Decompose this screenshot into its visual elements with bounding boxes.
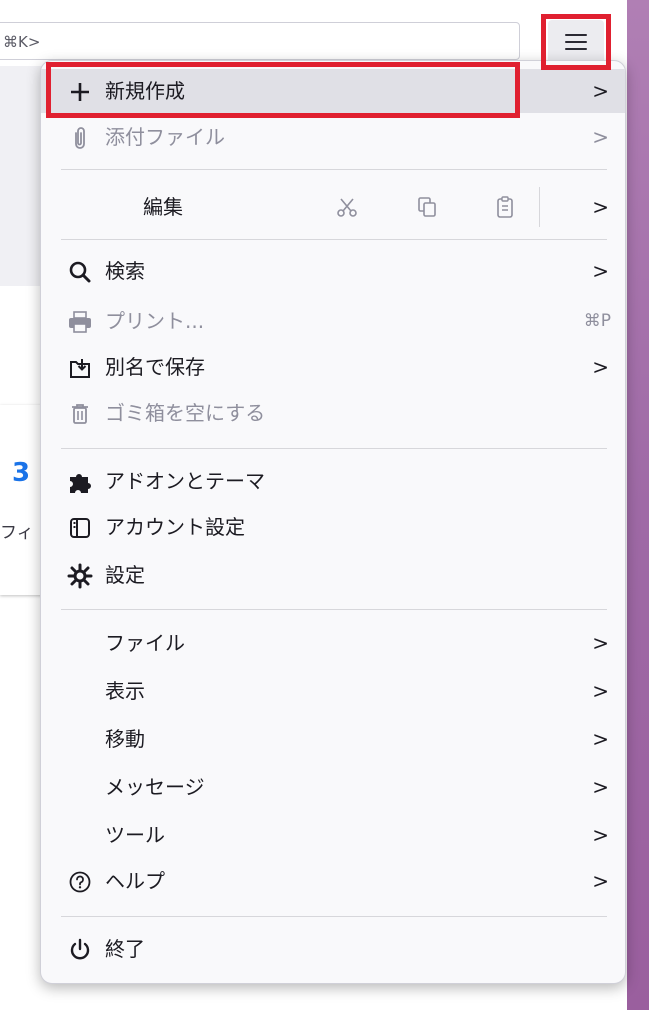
shortcut-label: ⌘P bbox=[583, 311, 611, 331]
menu-item-save-as[interactable]: 別名で保存 > bbox=[41, 345, 625, 389]
menu-item-new[interactable]: 新規作成 > bbox=[41, 69, 625, 113]
menu-item-quit[interactable]: 終了 bbox=[41, 927, 625, 971]
trash-icon bbox=[63, 391, 97, 435]
printer-icon bbox=[63, 299, 97, 343]
menu-item-addons[interactable]: アドオンとテーマ bbox=[41, 459, 625, 503]
menu-item-label: ゴミ箱を空にする bbox=[105, 401, 266, 425]
paste-icon[interactable] bbox=[487, 179, 523, 235]
background-partial-label: フィ bbox=[0, 523, 34, 543]
background-card bbox=[0, 405, 45, 595]
chevron-right-icon[interactable]: > bbox=[592, 179, 609, 235]
edit-label: 編集 bbox=[143, 195, 183, 219]
chevron-right-icon: > bbox=[592, 355, 609, 379]
menu-edit-row: 編集 > bbox=[41, 179, 625, 235]
menu-item-file[interactable]: ファイル > bbox=[41, 621, 625, 665]
power-icon bbox=[63, 927, 97, 971]
search-input[interactable]: ⌘K> bbox=[0, 22, 520, 60]
menu-item-find[interactable]: 検索 > bbox=[41, 249, 625, 293]
background-glyph: 3 bbox=[12, 458, 31, 488]
puzzle-icon bbox=[63, 459, 97, 503]
account-icon bbox=[63, 505, 97, 549]
menu-item-label: 終了 bbox=[105, 937, 145, 961]
chevron-right-icon: > bbox=[592, 775, 609, 799]
menu-item-settings[interactable]: 設定 bbox=[41, 553, 625, 597]
menu-item-help[interactable]: ヘルプ > bbox=[41, 859, 625, 903]
chevron-right-icon: > bbox=[592, 679, 609, 703]
app-menu: 新規作成 > 添付ファイル > 編集 > 検索 > プリント... ⌘P 別名で… bbox=[40, 60, 626, 984]
menu-separator bbox=[61, 239, 607, 240]
menu-item-label: アカウント設定 bbox=[105, 515, 245, 539]
menu-item-go[interactable]: 移動 > bbox=[41, 717, 625, 761]
search-icon bbox=[63, 249, 97, 293]
menu-separator bbox=[61, 448, 607, 449]
menu-separator bbox=[61, 169, 607, 170]
chevron-right-icon: > bbox=[592, 727, 609, 751]
paperclip-icon bbox=[63, 115, 97, 159]
menu-item-label: プリント... bbox=[105, 309, 205, 333]
menu-item-message[interactable]: メッセージ > bbox=[41, 765, 625, 809]
chevron-right-icon: > bbox=[592, 79, 609, 103]
menu-item-label: 設定 bbox=[105, 563, 145, 587]
chevron-right-icon: > bbox=[592, 631, 609, 655]
menu-item-print[interactable]: プリント... ⌘P bbox=[41, 299, 625, 343]
menu-item-label: 別名で保存 bbox=[105, 355, 205, 379]
menu-item-tools[interactable]: ツール > bbox=[41, 813, 625, 857]
menu-item-label: ファイル bbox=[105, 631, 185, 655]
app-menu-button[interactable] bbox=[548, 20, 604, 64]
chevron-right-icon: > bbox=[592, 125, 609, 149]
menu-item-label: ヘルプ bbox=[105, 869, 165, 893]
menu-item-label: 移動 bbox=[105, 727, 145, 751]
edit-row-divider bbox=[539, 187, 540, 227]
gear-icon bbox=[63, 553, 97, 597]
menu-item-label: アドオンとテーマ bbox=[105, 469, 265, 493]
menu-item-empty-trash[interactable]: ゴミ箱を空にする bbox=[41, 391, 625, 435]
save-folder-icon bbox=[63, 345, 97, 389]
menu-separator bbox=[61, 609, 607, 610]
menu-item-account-settings[interactable]: アカウント設定 bbox=[41, 505, 625, 549]
hamburger-icon bbox=[565, 34, 587, 50]
menu-item-label: 添付ファイル bbox=[105, 125, 225, 149]
menu-item-label: 検索 bbox=[105, 259, 145, 283]
menu-item-label: 新規作成 bbox=[105, 79, 185, 103]
menu-item-label: メッセージ bbox=[105, 775, 205, 799]
chevron-right-icon: > bbox=[592, 869, 609, 893]
menu-item-label: 表示 bbox=[105, 679, 145, 703]
plus-icon bbox=[63, 69, 97, 113]
scissors-icon[interactable] bbox=[329, 179, 365, 235]
menu-item-label: ツール bbox=[105, 823, 165, 847]
search-shortcut-hint: ⌘K> bbox=[3, 33, 41, 51]
chevron-right-icon: > bbox=[592, 823, 609, 847]
menu-item-attachments[interactable]: 添付ファイル > bbox=[41, 115, 625, 159]
menu-item-view[interactable]: 表示 > bbox=[41, 669, 625, 713]
menu-separator bbox=[61, 916, 607, 917]
window-edge-strip bbox=[627, 0, 649, 1010]
copy-icon[interactable] bbox=[409, 179, 445, 235]
chevron-right-icon: > bbox=[592, 259, 609, 283]
help-icon bbox=[63, 859, 97, 903]
background-panel bbox=[0, 66, 45, 286]
